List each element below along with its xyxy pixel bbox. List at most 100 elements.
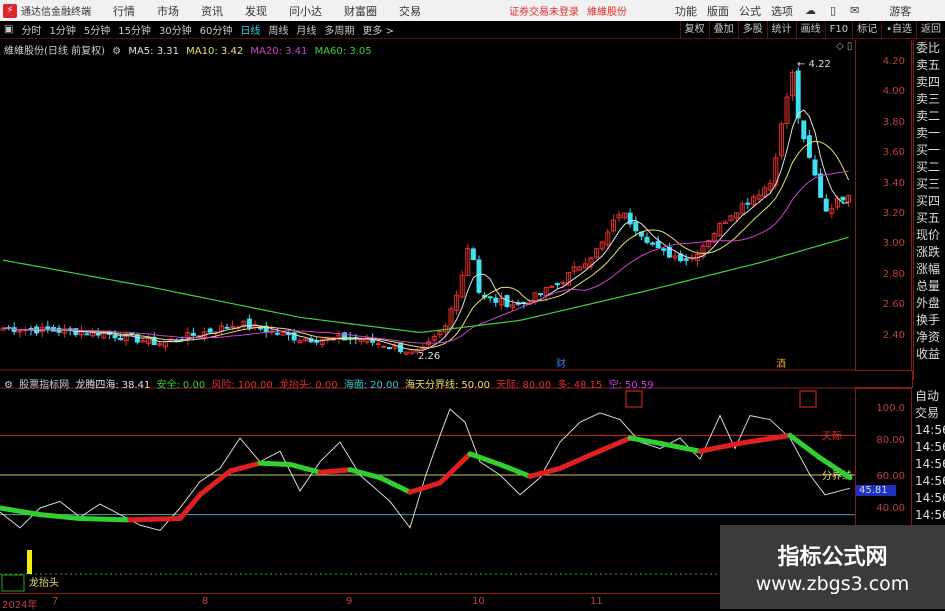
signal-box xyxy=(625,390,643,408)
trade-row[interactable]: 14:56 xyxy=(915,439,945,456)
back-button[interactable]: 返回 xyxy=(916,21,945,39)
indicator-trend-segment xyxy=(437,451,473,486)
low-price-label: 2.26 xyxy=(418,351,440,362)
candle-body xyxy=(627,212,633,225)
mark-button[interactable]: 标记 xyxy=(852,21,881,39)
quote-field: 总量 xyxy=(916,279,941,293)
longtaitou-label: 龙抬头 xyxy=(29,576,59,589)
indicator-white-line xyxy=(0,408,851,532)
param-value: 80.00 xyxy=(522,380,552,391)
param-value: 50.59 xyxy=(624,380,654,391)
signal-box xyxy=(799,390,817,408)
indicator-trend-segment xyxy=(257,460,293,467)
user-label[interactable]: 游客 xyxy=(889,3,911,19)
candle-body xyxy=(538,293,544,296)
candle-body xyxy=(118,337,124,341)
quote-field: 涨跌 xyxy=(916,245,941,259)
param-label: 多: xyxy=(557,380,571,391)
date-label: 9 xyxy=(346,596,353,607)
price-tick: 4.00 xyxy=(882,86,905,98)
candle-body xyxy=(487,296,493,299)
ma10-line xyxy=(2,140,850,349)
param-value: 50.00 xyxy=(461,380,490,391)
watermark-url: www.zbgs3.com xyxy=(755,573,910,595)
indicator-value: 38.41 xyxy=(121,380,151,391)
current-value-badge: 45.81 xyxy=(856,485,896,496)
trade-row[interactable]: 14:56 xyxy=(915,456,945,473)
quote-field: 卖二 xyxy=(916,109,941,123)
quote-field: 买五 xyxy=(916,211,941,225)
axis-divider xyxy=(855,370,913,388)
quote-field: 现价 xyxy=(916,228,941,242)
candle-body xyxy=(795,70,801,119)
price-tick: 3.00 xyxy=(882,238,905,250)
quote-field: 收益 xyxy=(916,347,941,361)
candle-body xyxy=(560,282,566,285)
candle-body xyxy=(190,332,196,336)
trade-row[interactable]: 14:56 xyxy=(915,422,945,439)
candle-body xyxy=(375,343,381,346)
candle-body xyxy=(207,328,213,333)
candle-body xyxy=(818,173,824,198)
indicator-trend-segment xyxy=(127,516,183,523)
price-tick: 4.20 xyxy=(882,56,905,67)
watermark-title: 指标公式网 xyxy=(777,545,888,570)
indicator-trend-segment xyxy=(77,516,133,523)
kline-chart: ← 4.222.26财 酒天际分界线龙抬头 xyxy=(0,59,855,592)
candle-body xyxy=(386,347,392,350)
param-label: 海面: xyxy=(343,380,368,391)
news-marker: 酒 xyxy=(776,358,786,370)
param-value: 0.00 xyxy=(182,380,206,391)
watermark: 指标公式网 www.zbgs3.com xyxy=(720,525,945,609)
date-label: 11 xyxy=(590,596,603,607)
trade-row[interactable]: 14:56 xyxy=(915,490,945,507)
indicator-source: 股票指标网 xyxy=(19,380,70,391)
price-tick: 3.20 xyxy=(882,208,905,219)
tianji-label: 天际 xyxy=(822,430,842,442)
candle-body xyxy=(314,340,320,343)
date-label: 8 xyxy=(202,596,209,607)
trade-row[interactable]: 14:56 xyxy=(915,507,945,524)
settings-icon[interactable]: ⚙ xyxy=(4,380,13,391)
indicator-trend-segment xyxy=(377,475,413,495)
quote-field: 买一 xyxy=(916,143,941,157)
indicator-trend-segment xyxy=(627,435,663,446)
quote-panel: 委比 卖五 卖四 卖三 卖二 卖一 买一 买二 买三 买四 买五 现价 涨跌 涨幅 总量 外盘 换手 净资 收益 xyxy=(913,40,945,380)
candle-body xyxy=(806,135,812,158)
trade-row[interactable]: 自动 xyxy=(915,388,945,405)
candle-body xyxy=(95,333,101,336)
param-value: 20.00 xyxy=(370,380,399,391)
indicator-tick: 80.00 xyxy=(876,435,905,446)
candle-body xyxy=(801,120,807,140)
watchlist-button[interactable]: •自选 xyxy=(881,21,916,39)
candle-body xyxy=(470,248,476,261)
price-axis: 4.20 4.00 3.80 3.60 3.40 3.20 3.00 2.80 2.60 2.40 xyxy=(855,40,912,370)
quote-field: 买二 xyxy=(916,160,941,174)
trade-row[interactable]: 14:56 xyxy=(915,473,945,490)
indicator-tick: 100.0 xyxy=(876,403,905,414)
price-tick: 2.40 xyxy=(882,329,905,341)
date-label: 10 xyxy=(472,596,485,607)
param-label: 风险: xyxy=(211,380,235,391)
candle-body xyxy=(476,259,482,293)
quote-field: 买四 xyxy=(916,194,941,208)
indicator-trend-segment xyxy=(347,467,383,481)
quote-field: 换手 xyxy=(916,313,941,327)
trade-panel: 自动交易14:5614:5614:5614:5614:5614:56 xyxy=(913,388,945,524)
candle-body xyxy=(745,202,751,205)
quote-field: 卖五 xyxy=(916,58,941,72)
quote-field: 卖四 xyxy=(916,75,941,89)
quote-field: 买三 xyxy=(916,177,941,191)
candle-body xyxy=(112,335,118,339)
quote-field: 外盘 xyxy=(916,296,941,310)
candle-body xyxy=(812,159,818,176)
param-label: 海天分界线: xyxy=(404,380,459,391)
candle-body xyxy=(633,221,639,232)
date-label: 7 xyxy=(52,596,59,607)
indicator-info-line: ⚙ 股票指标网 龙腾四海: 38.41 安全: 0.00 风险: 100.00 龙抬头… xyxy=(4,376,660,391)
price-tick: 3.60 xyxy=(882,147,905,159)
trade-row[interactable]: 交易 xyxy=(915,405,945,422)
candle-body xyxy=(230,325,236,328)
param-label: 天际: xyxy=(496,380,520,391)
candle-body xyxy=(224,326,230,329)
